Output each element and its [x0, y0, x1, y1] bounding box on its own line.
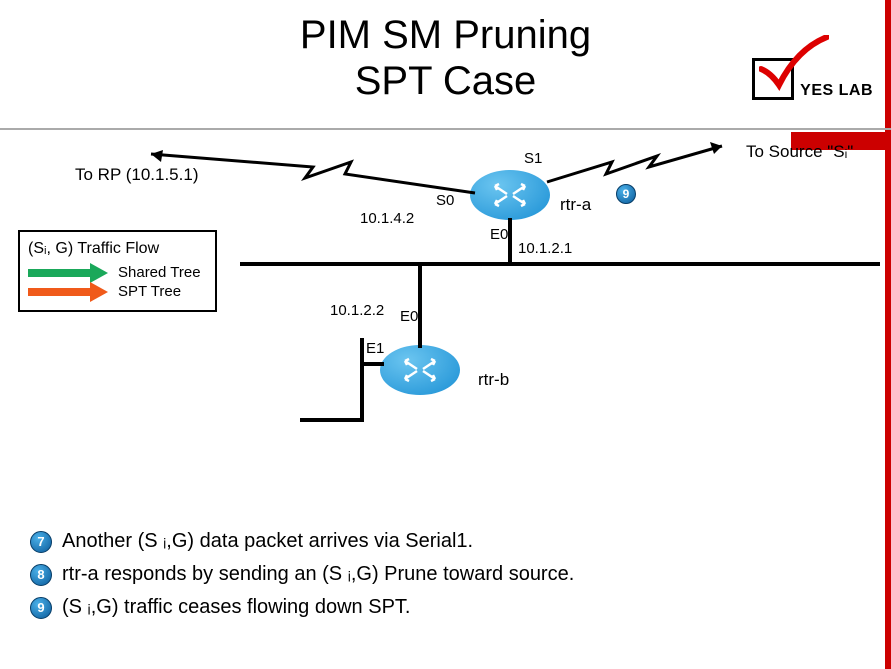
legend-spt-row: SPT Tree — [28, 283, 201, 300]
e0-a-label: E0 — [490, 226, 508, 243]
legend-shared-row: Shared Tree — [28, 264, 201, 281]
router-body — [380, 345, 460, 395]
link-to-source — [542, 140, 737, 190]
e1-label: E1 — [366, 340, 384, 357]
note-badge-7: 7 — [30, 531, 52, 553]
legend-shared-arrow — [28, 266, 108, 280]
to-rp-label: To RP (10.1.5.1) — [75, 165, 198, 185]
note-8: 8 rtr-a responds by sending an (S ᵢ,G) P… — [30, 563, 871, 586]
router-arrows-icon — [395, 355, 445, 385]
arrow-head-icon — [90, 282, 108, 302]
legend-spt-label: SPT Tree — [118, 283, 181, 300]
s1-label: S1 — [524, 150, 542, 167]
router-body — [470, 170, 550, 220]
legend-spt-arrow — [28, 285, 108, 299]
note-badge-8: 8 — [30, 564, 52, 586]
e1-connector — [362, 362, 384, 366]
slide-notes: 7 Another (S ᵢ,G) data packet arrives vi… — [30, 520, 871, 629]
note-7: 7 Another (S ᵢ,G) data packet arrives vi… — [30, 530, 871, 553]
legend-arrow-shaft — [28, 288, 92, 296]
network-bus-line — [240, 262, 880, 266]
logo-checkbox — [752, 58, 794, 100]
note-8-text: rtr-a responds by sending an (S ᵢ,G) Pru… — [62, 563, 574, 586]
slide-divider — [0, 128, 891, 130]
rtr-b-stub — [418, 264, 422, 348]
ip-e0a-label: 10.1.2.1 — [518, 240, 572, 257]
note-9: 9 (S ᵢ,G) traffic ceases flowing down SP… — [30, 596, 871, 619]
legend-arrow-shaft — [28, 269, 92, 277]
legend-title: (Sᵢ, G) Traffic Flow — [28, 240, 201, 258]
network-diagram: (Sᵢ, G) Traffic Flow Shared Tree SPT Tre… — [0, 150, 891, 460]
rtr-b-label: rtr-b — [478, 370, 509, 390]
checkmark-icon — [759, 35, 829, 95]
legend: (Sᵢ, G) Traffic Flow Shared Tree SPT Tre… — [18, 230, 217, 312]
to-source-label: To Source "Sᵢ" — [746, 142, 853, 162]
note-9-text: (S ᵢ,G) traffic ceases flowing down SPT. — [62, 596, 410, 619]
rtr-a-stub — [508, 218, 512, 264]
arrow-head-icon — [90, 263, 108, 283]
note-badge-9: 9 — [30, 597, 52, 619]
router-a-icon — [470, 170, 550, 220]
router-arrows-icon — [485, 180, 535, 210]
ip-s0-label: 10.1.4.2 — [360, 210, 414, 227]
legend-shared-label: Shared Tree — [118, 264, 201, 281]
e1-vertical — [360, 338, 364, 420]
s0-label: S0 — [436, 192, 454, 209]
note-7-text: Another (S ᵢ,G) data packet arrives via … — [62, 530, 473, 553]
router-b-icon — [380, 345, 460, 395]
yes-lab-logo: YES LAB — [752, 58, 873, 100]
e1-horizontal — [300, 418, 364, 422]
step-badge-9: 9 — [616, 184, 636, 204]
title-line1: PIM SM Pruning — [300, 13, 591, 57]
e0-b-label: E0 — [400, 308, 418, 325]
title-line2: SPT Case — [355, 59, 537, 103]
badge-9-num: 9 — [623, 187, 630, 201]
ip-e0b-label: 10.1.2.2 — [330, 302, 384, 319]
rtr-a-label: rtr-a — [560, 195, 591, 215]
